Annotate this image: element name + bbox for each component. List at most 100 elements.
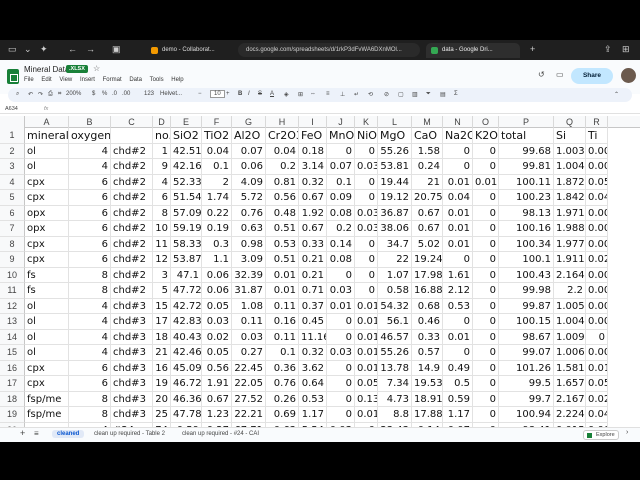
grid-cell[interactable]: 47.1	[171, 267, 202, 283]
grid-cell[interactable]: 1.23	[202, 407, 232, 423]
grid-cell[interactable]: 0.68	[412, 298, 443, 314]
menu-data[interactable]: Data	[129, 77, 142, 83]
grid-cell[interactable]: 100.34	[499, 236, 554, 252]
grid-cell[interactable]: 100.15	[499, 314, 554, 330]
grid-cell[interactable]: chd#2	[111, 252, 153, 268]
grid-cell[interactable]: 8.8	[378, 407, 412, 423]
grid-cell[interactable]: 0.27	[232, 345, 266, 361]
grid-cell[interactable]: 1.911	[554, 252, 586, 268]
grid-cell[interactable]: 0.01	[443, 329, 473, 345]
column-header[interactable]: M	[412, 116, 443, 128]
grid-cell[interactable]: 0.002	[586, 159, 608, 175]
grid-cell[interactable]: 40.43	[171, 329, 202, 345]
grid-cell[interactable]: 0.03	[355, 205, 378, 221]
grid-cell[interactable]: 0.67	[412, 221, 443, 237]
header-cell[interactable]: total	[499, 128, 554, 144]
grid-cell[interactable]: 16.88	[412, 283, 443, 299]
column-header[interactable]: H	[266, 116, 299, 128]
grid-cell[interactable]: 56.1	[378, 314, 412, 330]
grid-cell[interactable]: 0	[443, 143, 473, 159]
grid-cell[interactable]: 0.67	[299, 190, 327, 206]
grid-cell[interactable]: 0	[327, 329, 355, 345]
column-header[interactable]: K	[355, 116, 378, 128]
rotate-icon[interactable]: ⟲	[368, 91, 373, 98]
grid-cell[interactable]: 99.07	[499, 345, 554, 361]
grid-cell[interactable]: 11.16	[299, 329, 327, 345]
grid-cell[interactable]: 1.004	[554, 159, 586, 175]
grid-cell[interactable]: 0.09	[327, 190, 355, 206]
grid-cell[interactable]: 5.72	[232, 190, 266, 206]
grid-cell[interactable]: 19.12	[378, 190, 412, 206]
grid-cell[interactable]: 42.16	[171, 159, 202, 175]
grid-cell[interactable]: 9	[153, 159, 171, 175]
grid-cell[interactable]: 20.75	[412, 190, 443, 206]
grid-cell[interactable]: 1.17	[443, 407, 473, 423]
grid-cell[interactable]: chd#2	[111, 236, 153, 252]
grid-cell[interactable]: 0	[327, 314, 355, 330]
grid-cell[interactable]: chd#2	[111, 283, 153, 299]
grid-cell[interactable]: 8	[69, 391, 111, 407]
grid-cell[interactable]: 0	[327, 391, 355, 407]
grid-cell[interactable]: 27.52	[232, 391, 266, 407]
grid-cell[interactable]: chd#3	[111, 345, 153, 361]
grid-cell[interactable]: 0.19	[202, 221, 232, 237]
grid-cell[interactable]: 0.01	[266, 267, 299, 283]
browser-tab-demo[interactable]: demo - Collaborat...	[146, 43, 230, 58]
column-header[interactable]: D	[153, 116, 171, 128]
grid-cell[interactable]: 0.32	[299, 174, 327, 190]
grid-cell[interactable]: 0.001	[586, 345, 608, 361]
grid-cell[interactable]: 0	[473, 360, 499, 376]
grid-cell[interactable]: opx	[25, 205, 69, 221]
menu-file[interactable]: File	[24, 77, 34, 83]
grid-cell[interactable]: 0	[473, 190, 499, 206]
row-header[interactable]: 5	[0, 190, 25, 206]
grid-cell[interactable]: 0.05	[202, 298, 232, 314]
grid-cell[interactable]: 4	[69, 159, 111, 175]
chevron-down-icon[interactable]: ⌄	[24, 44, 32, 55]
grid-cell[interactable]: cpx	[25, 360, 69, 376]
grid-cell[interactable]: 0.07	[327, 159, 355, 175]
grid-cell[interactable]: 0	[355, 174, 378, 190]
grid-cell[interactable]: 2.2	[554, 283, 586, 299]
grid-cell[interactable]: 6	[69, 236, 111, 252]
grid-cell[interactable]: 0.53	[266, 236, 299, 252]
strikethrough-icon[interactable]: S	[258, 91, 262, 97]
grid-cell[interactable]: 0.04	[443, 190, 473, 206]
italic-icon[interactable]: I	[248, 91, 250, 97]
grid-cell[interactable]: 0.029	[586, 252, 608, 268]
spreadsheet-grid[interactable]: ABCDEFGHIJKLMNOPQR 1 mineral oxygen no. SiO2…	[0, 116, 640, 427]
grid-cell[interactable]: 19.24	[412, 252, 443, 268]
grid-cell[interactable]: 0	[355, 267, 378, 283]
grid-cell[interactable]: cpx	[25, 236, 69, 252]
grid-cell[interactable]: 42.72	[171, 298, 202, 314]
grid-cell[interactable]: 100.94	[499, 407, 554, 423]
grid-cell[interactable]: 42.83	[171, 314, 202, 330]
grid-cell[interactable]: 99.5	[499, 376, 554, 392]
grid-cell[interactable]: chd#2	[111, 159, 153, 175]
grid-cell[interactable]: 0.03	[232, 329, 266, 345]
grid-cell[interactable]: 6	[69, 252, 111, 268]
grid-cell[interactable]: 4	[69, 329, 111, 345]
grid-cell[interactable]: chd#2	[111, 143, 153, 159]
grid-cell[interactable]: 1.009	[554, 329, 586, 345]
header-cell[interactable]	[111, 128, 153, 144]
grid-cell[interactable]: 0.3	[202, 236, 232, 252]
grid-cell[interactable]: 0	[327, 407, 355, 423]
grid-cell[interactable]: 0.53	[443, 298, 473, 314]
grid-cell[interactable]: 36.87	[378, 205, 412, 221]
font-size-input[interactable]: 10	[210, 90, 225, 98]
grid-cell[interactable]: 0.37	[299, 298, 327, 314]
grid-cell[interactable]: 99.81	[499, 159, 554, 175]
grid-cell[interactable]: 0.06	[232, 159, 266, 175]
grid-cell[interactable]: 0.01	[355, 345, 378, 361]
grid-cell[interactable]: 0.63	[232, 221, 266, 237]
grid-cell[interactable]: 6	[69, 376, 111, 392]
grid-cell[interactable]: 0	[473, 205, 499, 221]
grid-cell[interactable]: 0.05	[355, 376, 378, 392]
grid-cell[interactable]: 0	[473, 407, 499, 423]
grid-cell[interactable]: 16	[153, 360, 171, 376]
grid-cell[interactable]: 0.1	[327, 174, 355, 190]
percent-icon[interactable]: %	[102, 91, 107, 97]
grid-cell[interactable]: 0.48	[266, 205, 299, 221]
grid-cell[interactable]: 0.33	[412, 329, 443, 345]
